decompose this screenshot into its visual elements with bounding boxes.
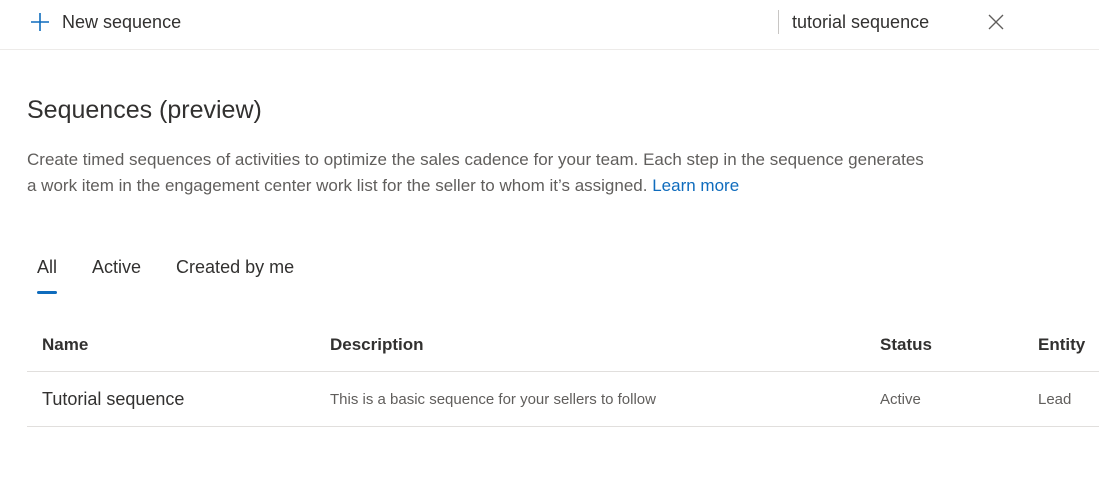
plus-icon	[30, 12, 50, 32]
cell-name[interactable]: Tutorial sequence	[42, 372, 184, 426]
tab-created-by-me[interactable]: Created by me	[166, 254, 304, 294]
column-header-description[interactable]: Description	[330, 318, 424, 371]
learn-more-link[interactable]: Learn more	[652, 176, 739, 195]
command-bar: New sequence	[0, 0, 1099, 50]
search-box	[778, 8, 1018, 36]
column-header-entity[interactable]: Entity	[1038, 318, 1085, 371]
cell-status: Active	[880, 390, 921, 408]
new-sequence-button[interactable]: New sequence	[30, 8, 181, 36]
description-text: Create timed sequences of activities to …	[27, 150, 924, 195]
search-divider	[778, 10, 779, 34]
sequences-table: Name Description Status Entity Tutorial …	[27, 318, 1099, 427]
column-header-status[interactable]: Status	[880, 318, 932, 371]
tab-all[interactable]: All	[27, 254, 67, 294]
close-icon[interactable]	[986, 12, 1006, 32]
search-input[interactable]	[792, 11, 942, 33]
column-header-name[interactable]: Name	[42, 318, 88, 371]
tab-list: All Active Created by me	[27, 254, 319, 296]
table-header-row: Name Description Status Entity	[27, 318, 1099, 372]
cell-description: This is a basic sequence for your seller…	[330, 390, 656, 408]
new-sequence-label: New sequence	[62, 11, 182, 32]
tab-active[interactable]: Active	[82, 254, 151, 294]
page-description: Create timed sequences of activities to …	[27, 147, 927, 199]
cell-entity: Lead	[1038, 390, 1072, 408]
table-row[interactable]: Tutorial sequence This is a basic sequen…	[27, 372, 1099, 427]
page-title: Sequences (preview)	[27, 96, 262, 124]
